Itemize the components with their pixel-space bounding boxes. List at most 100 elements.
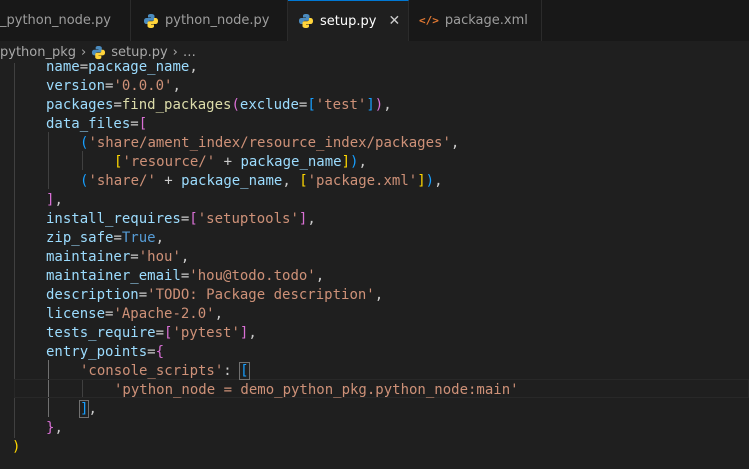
code-token: name bbox=[46, 63, 80, 75]
code-token: , bbox=[214, 306, 224, 322]
code-token: 'test' bbox=[315, 97, 367, 113]
breadcrumb-file[interactable]: setup.py bbox=[111, 45, 167, 60]
code-token: data_files bbox=[46, 116, 131, 132]
code-token: 'Apache-2.0' bbox=[113, 306, 215, 322]
code-token: : bbox=[223, 363, 241, 379]
code-token: , bbox=[155, 230, 165, 246]
code-token: 'setuptools' bbox=[197, 211, 299, 227]
code-token: description bbox=[46, 287, 139, 303]
code-editor[interactable]: name=package_name, version='0.0.0', pack… bbox=[0, 63, 749, 469]
code-token: packages bbox=[46, 97, 114, 113]
code-line: ], bbox=[46, 191, 63, 210]
code-token: = bbox=[138, 287, 148, 303]
tab-label: setup.py bbox=[320, 13, 377, 29]
code-token: zip_safe bbox=[46, 230, 114, 246]
chevron-right-icon: › bbox=[172, 44, 178, 60]
code-line: description='TODO: Package description', bbox=[46, 286, 383, 305]
code-token: = bbox=[79, 63, 89, 75]
code-line: data_files=[ bbox=[46, 115, 147, 134]
code-token: , bbox=[248, 325, 257, 341]
breadcrumb-more[interactable]: … bbox=[183, 45, 196, 60]
code-token: ] bbox=[417, 173, 426, 189]
code-token: + bbox=[215, 154, 241, 170]
tab-setup-py[interactable]: setup.py ✕ bbox=[288, 0, 409, 41]
code-token: ) bbox=[374, 97, 384, 113]
code-token: True bbox=[121, 230, 156, 246]
code-token: , bbox=[358, 154, 367, 170]
code-token: 'hou' bbox=[138, 249, 181, 265]
breadcrumb: python_pkg › setup.py › … bbox=[0, 41, 749, 63]
code-token: package_name bbox=[240, 154, 342, 170]
python-icon bbox=[299, 14, 313, 28]
code-token: package_name bbox=[181, 173, 283, 189]
code-token: , bbox=[172, 78, 181, 94]
code-token: install_requires bbox=[46, 211, 181, 227]
code-token: [ bbox=[189, 211, 198, 227]
code-token: package_name bbox=[88, 63, 190, 75]
chevron-right-icon: › bbox=[81, 44, 87, 60]
code-token: = bbox=[155, 325, 165, 341]
code-token: 'share/' bbox=[88, 173, 156, 189]
code-token: tests_require bbox=[46, 325, 156, 341]
code-token: maintainer_email bbox=[46, 268, 181, 284]
code-line: ['resource/' + package_name]), bbox=[114, 153, 367, 172]
code-token: ) bbox=[12, 439, 21, 455]
code-line: 'python_node = demo_python_pkg.python_no… bbox=[114, 381, 519, 400]
code-line: ) bbox=[12, 438, 20, 457]
code-token: find_packages bbox=[121, 97, 232, 113]
code-token: 'package.xml' bbox=[307, 173, 418, 189]
code-token: 'console_scripts' bbox=[80, 363, 224, 379]
code-token: = bbox=[147, 344, 156, 360]
indent-guide bbox=[82, 151, 83, 170]
code-token: , bbox=[54, 420, 63, 436]
code-token: , bbox=[189, 63, 198, 75]
code-token: , bbox=[383, 97, 392, 113]
breadcrumb-folder[interactable]: python_pkg bbox=[0, 45, 76, 60]
code-token: version bbox=[46, 78, 106, 94]
code-line: maintainer='hou', bbox=[46, 248, 189, 267]
code-token: , bbox=[282, 173, 300, 189]
code-token: 'hou@todo.todo' bbox=[189, 268, 316, 284]
xml-icon: </> bbox=[419, 14, 439, 27]
code-token: [ bbox=[299, 173, 308, 189]
code-line: version='0.0.0', bbox=[46, 77, 181, 96]
code-token: , bbox=[307, 211, 316, 227]
indent-guide bbox=[48, 132, 49, 189]
code-token: 'share/ament_index/resource_index/packag… bbox=[88, 135, 451, 151]
code-token: exclude bbox=[239, 97, 299, 113]
code-token: '0.0.0' bbox=[113, 78, 173, 94]
code-line: ], bbox=[78, 400, 97, 419]
code-token: { bbox=[155, 344, 165, 360]
code-token: = bbox=[130, 249, 139, 265]
code-token: , bbox=[180, 249, 190, 265]
code-token: , bbox=[374, 287, 384, 303]
code-line: maintainer_email='hou@todo.todo', bbox=[46, 267, 324, 286]
close-icon[interactable]: ✕ bbox=[388, 13, 400, 29]
tab-label: python_node.py bbox=[165, 13, 270, 28]
tab-label: _python_node.py bbox=[0, 13, 111, 28]
code-line: name=package_name, bbox=[46, 63, 198, 77]
python-icon bbox=[144, 13, 158, 28]
code-token: , bbox=[450, 135, 460, 151]
code-token: , bbox=[315, 268, 325, 284]
code-line: zip_safe=True, bbox=[46, 229, 164, 248]
code-token: , bbox=[434, 173, 443, 189]
code-token: [ bbox=[239, 362, 250, 380]
code-token: 'pytest' bbox=[172, 325, 240, 341]
tab-python-node-1[interactable]: _python_node.py bbox=[0, 0, 131, 41]
code-token: ( bbox=[231, 97, 240, 113]
code-line: packages=find_packages(exclude=['test'])… bbox=[46, 96, 392, 115]
code-token: = bbox=[130, 116, 139, 132]
code-line: entry_points={ bbox=[46, 343, 164, 362]
code-line: license='Apache-2.0', bbox=[46, 305, 223, 324]
code-token: , bbox=[88, 401, 97, 417]
python-icon bbox=[92, 45, 106, 59]
code-token: 'TODO: Package description' bbox=[147, 287, 375, 303]
tab-package-xml[interactable]: </> package.xml bbox=[409, 0, 542, 41]
code-token: = bbox=[113, 230, 122, 246]
code-token: maintainer bbox=[46, 249, 131, 265]
code-line: }, bbox=[46, 419, 63, 438]
code-token: [ bbox=[138, 116, 148, 132]
tab-python-node-2[interactable]: python_node.py bbox=[131, 0, 288, 41]
code-line: install_requires=['setuptools'], bbox=[46, 210, 316, 229]
